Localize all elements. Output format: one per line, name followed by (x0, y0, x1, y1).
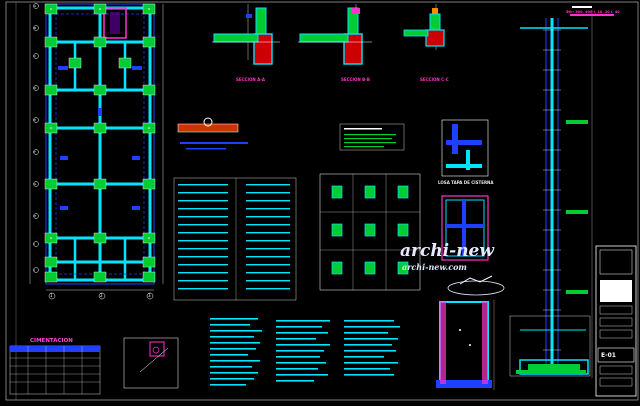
general-notes-columns (210, 318, 400, 386)
section-a-a (212, 4, 280, 65)
cad-drawing-canvas[interactable]: SECCION A-A SECCION B-B SECCION C-C LOSA… (0, 0, 640, 402)
grid-bubble-a: A (34, 4, 37, 8)
column-schedule-table (173, 177, 297, 301)
grid-bubble-d: D (34, 86, 37, 90)
footing-details-grid (319, 173, 421, 291)
notes-box (339, 123, 405, 151)
column-elevation (519, 10, 593, 378)
cistern-slab-detail (441, 119, 489, 177)
cistern-slab-title: LOSA TAPA DE CISTERNA (438, 180, 494, 185)
watermark-logo (447, 275, 505, 296)
grid-bubble-2: 2 (100, 293, 103, 298)
watermark-url: archi-new.com (402, 262, 467, 272)
foundation-table-title: CIMENTACION (30, 338, 73, 344)
grid-bubble-e: E (34, 118, 36, 122)
grid-bubble-c: C (34, 54, 37, 58)
grid-bubble-h: H (34, 214, 37, 218)
title-block (595, 245, 637, 397)
column-base-detail (123, 337, 179, 389)
grid-bubble-f: F (34, 150, 36, 154)
grid-bubble-1: 1 (50, 293, 53, 298)
section-b-b (298, 4, 372, 65)
grid-bubble-i: I (34, 242, 35, 246)
section-c-c (403, 4, 445, 50)
section-b-b-label: SECCION B-B (341, 77, 370, 82)
grid-bubble-b: B (34, 26, 37, 30)
section-a-a-label: SECCION A-A (236, 77, 265, 82)
beam-detail (177, 117, 248, 150)
sheet-number: E-01 (601, 352, 616, 359)
grid-bubble-g: G (34, 182, 37, 186)
top-right-note: 5th: 300, 400 I, 10, 10 I, 40 (566, 10, 620, 14)
watermark-brand: archi-new (400, 241, 495, 261)
foundation-table (9, 345, 101, 395)
foundation-plan (29, 3, 164, 300)
grid-bubble-j: J (34, 268, 35, 272)
grid-bubble-3: 3 (148, 293, 151, 298)
structural-plan-svg (5, 1, 639, 401)
cistern-section (436, 300, 495, 390)
section-c-c-label: SECCION C-C (420, 77, 449, 82)
